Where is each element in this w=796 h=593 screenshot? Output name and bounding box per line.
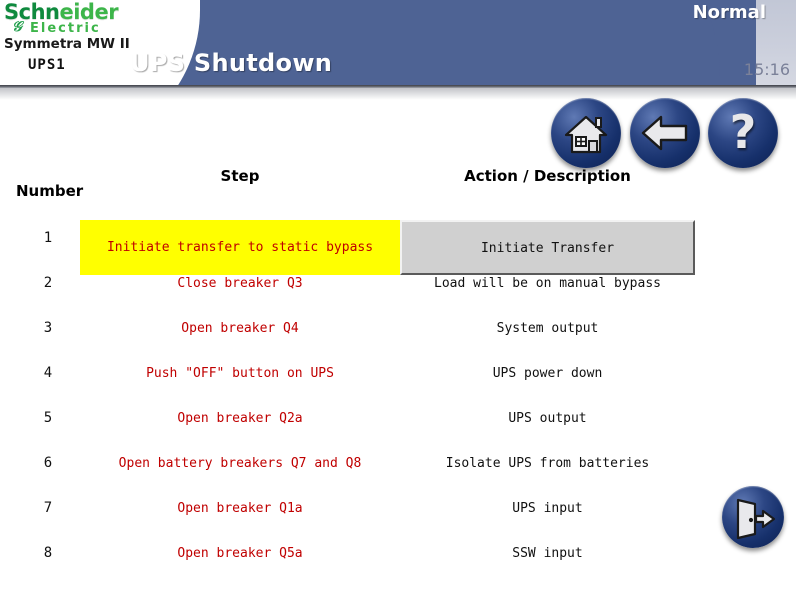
action-description-cell: Load will be on manual bypass (434, 276, 661, 291)
action-description-cell: UPS power down (492, 366, 603, 381)
step-description-cell: Open breaker Q5a (177, 546, 303, 561)
action-description-cell: UPS input (512, 501, 583, 516)
action-description-cell: UPS output (508, 411, 587, 426)
status-badge: Normal (692, 2, 766, 23)
step-number-cell: 5 (43, 410, 53, 426)
table-row: 7 Open breaker Q1a UPS input (0, 486, 796, 531)
step-number-cell: 7 (43, 500, 53, 516)
ups-unit-label: UPS1 (28, 57, 66, 73)
table-row: 6 Open battery breakers Q7 and Q8 Isolate … (0, 441, 796, 486)
column-header-number: Number (16, 182, 84, 200)
back-button[interactable] (630, 98, 700, 168)
ups-shutdown-screen: Schneider 𝒢 Electric Symmetra MW II UPS1 … (0, 0, 796, 593)
table-row: 3 Open breaker Q4 System output (0, 306, 796, 351)
exit-button[interactable] (722, 486, 784, 548)
table-row: 2 Close breaker Q3 Load will be on manual … (0, 261, 796, 306)
step-description-cell: Open breaker Q4 (181, 321, 299, 336)
step-description-cell: Close breaker Q3 (177, 276, 303, 291)
schneider-electric-logo: Schneider 𝒢 Electric Symmetra MW II (4, 2, 204, 52)
logo-subbrand-text: 𝒢 Electric (4, 19, 204, 36)
logo-model-text: Symmetra MW II (4, 36, 130, 52)
column-header-step: Step (220, 167, 260, 185)
step-number-cell: 8 (43, 545, 53, 561)
help-button[interactable]: ? (708, 98, 778, 168)
header-blue-panel-right (300, 0, 720, 86)
step-number-cell: 2 (43, 275, 53, 291)
logo-subbrand-label: Electric (30, 21, 101, 36)
home-icon (564, 115, 608, 154)
step-number-cell: 4 (43, 365, 53, 381)
step-number-cell: 6 (43, 455, 53, 471)
home-button[interactable] (551, 98, 621, 168)
action-description-cell: Isolate UPS from batteries (445, 456, 650, 471)
column-header-action: Action / Description (464, 167, 631, 185)
step-number-cell: 3 (43, 320, 53, 336)
exit-door-icon (736, 498, 776, 540)
table-row: 8 Open breaker Q5a SSW input (0, 531, 796, 576)
step-description-cell: Push "OFF" button on UPS (146, 366, 334, 381)
step-number-cell: 1 (43, 230, 53, 246)
step-description-cell: Open battery breakers Q7 and Q8 (118, 456, 362, 471)
table-row: 1 Initiate transfer to static bypass Initi… (0, 216, 796, 275)
logo-swirl-icon: 𝒢 (12, 19, 24, 35)
action-description-cell: System output (496, 321, 599, 336)
step-description-cell: Open breaker Q1a (177, 501, 303, 516)
back-arrow-icon (641, 115, 688, 151)
table-row: 4 Push "OFF" button on UPS UPS power down (0, 351, 796, 396)
step-description-cell: Open breaker Q2a (177, 411, 303, 426)
page-title: UPS Shutdown (130, 49, 333, 77)
clock-display: 15:16 (743, 60, 790, 79)
action-description-cell: SSW input (512, 546, 583, 561)
question-mark-icon: ? (729, 105, 757, 159)
logo-brand-text: Schneider (4, 2, 204, 23)
table-row: 5 Open breaker Q2a UPS output (0, 396, 796, 441)
